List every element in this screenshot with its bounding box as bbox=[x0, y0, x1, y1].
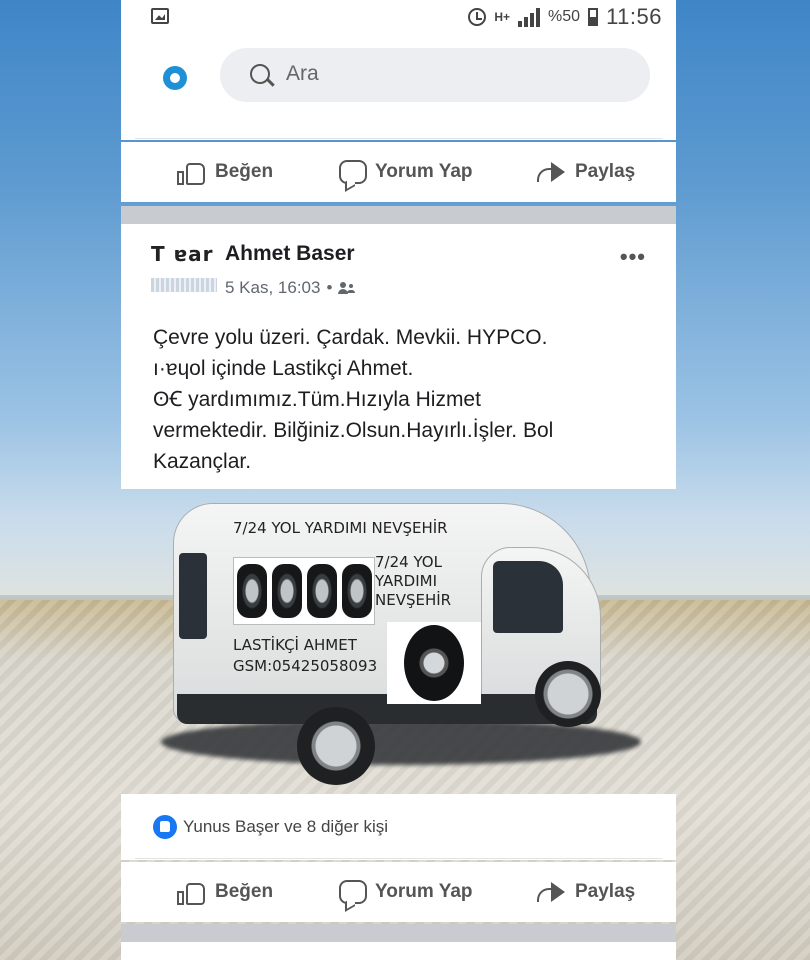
like-label: Beğen bbox=[215, 161, 274, 182]
post-meta: 5 Kas, 16:03 • bbox=[225, 278, 356, 298]
post-actions: Beğen Yorum Yap Paylaş bbox=[121, 862, 676, 922]
comment-button[interactable]: Yorum Yap bbox=[339, 862, 473, 922]
van-sign-contact: LASTİKÇİ AHMET GSM:05425058093 bbox=[233, 635, 377, 677]
post-image[interactable]: 7/24 YOL YARDIMI NEVŞEHİR 7/24 YOL YARDI… bbox=[121, 489, 676, 794]
alarm-icon bbox=[468, 8, 487, 26]
van-sign-phone: GSM:05425058093 bbox=[233, 657, 378, 675]
van-sign-top: 7/24 YOL YARDIMI NEVŞEHİR bbox=[233, 519, 448, 537]
app-header: Ara bbox=[121, 36, 676, 116]
gallery-icon bbox=[151, 8, 169, 24]
wheel-icon bbox=[297, 707, 375, 785]
tire-icon bbox=[341, 564, 372, 618]
meta-separator: • bbox=[326, 278, 333, 297]
feed-divider bbox=[121, 924, 676, 942]
van-rear-window bbox=[179, 553, 207, 639]
search-icon bbox=[250, 64, 270, 84]
share-label: Paylaş bbox=[575, 881, 636, 902]
avatar[interactable]: T ɐar bbox=[151, 242, 217, 296]
friends-audience-icon bbox=[338, 282, 356, 294]
post-author[interactable]: Ahmet Baser bbox=[225, 242, 355, 266]
like-reaction-icon bbox=[153, 815, 177, 839]
van-sign-right-line: 7/24 YOL bbox=[375, 553, 442, 571]
tire-icon bbox=[306, 564, 337, 618]
van-sign-right-line: YARDIMI bbox=[375, 572, 438, 590]
share-button[interactable]: Paylaş bbox=[537, 142, 635, 202]
tire-icon bbox=[404, 625, 464, 701]
like-button[interactable]: Beğen bbox=[177, 862, 273, 922]
search-placeholder: Ara bbox=[286, 62, 319, 85]
post-text-line: ı·ɐɥol içinde Lastikçi Ahmet. bbox=[153, 357, 414, 380]
avatar-pattern bbox=[151, 278, 217, 292]
status-bar: H+ %50 11:56 bbox=[121, 0, 676, 36]
large-tire-graphic bbox=[387, 622, 481, 704]
battery-percent: %50 bbox=[548, 8, 581, 25]
share-button[interactable]: Paylaş bbox=[537, 862, 635, 922]
share-icon bbox=[537, 160, 567, 184]
comment-label: Yorum Yap bbox=[375, 161, 473, 182]
comment-icon bbox=[339, 880, 367, 904]
network-type: H+ bbox=[494, 10, 511, 24]
post-timestamp[interactable]: 5 Kas, 16:03 bbox=[225, 278, 320, 298]
previous-post-actions: Beğen Yorum Yap Paylaş bbox=[121, 142, 676, 202]
comment-label: Yorum Yap bbox=[375, 881, 473, 902]
share-icon bbox=[537, 880, 567, 904]
tire-icon bbox=[271, 564, 302, 618]
van-window bbox=[493, 561, 563, 633]
reactions-text: Yunus Başer ve 8 diğer kişi bbox=[183, 817, 389, 836]
share-label: Paylaş bbox=[575, 161, 636, 182]
reactions-bar[interactable]: Yunus Başer ve 8 diğer kişi bbox=[121, 794, 676, 860]
like-button[interactable]: Beğen bbox=[177, 142, 273, 202]
search-bar[interactable]: Ara bbox=[220, 48, 650, 102]
post-text-line: Çevre yolu üzeri. Çardak. Mevkii. HYPCO. bbox=[153, 326, 548, 349]
like-icon bbox=[177, 879, 207, 905]
comment-icon bbox=[339, 160, 367, 184]
van-sign-right-line: NEVŞEHİR bbox=[375, 591, 452, 609]
van-sign-right: 7/24 YOL YARDIMI NEVŞEHİR bbox=[375, 553, 451, 610]
clock: 11:56 bbox=[606, 4, 662, 29]
post-text: Çevre yolu üzeri. Çardak. Mevkii. HYPCO.… bbox=[153, 322, 653, 477]
previous-post-fragment bbox=[121, 116, 676, 140]
next-post-fragment bbox=[121, 942, 676, 960]
avatar-text: T ɐar bbox=[151, 242, 214, 266]
like-icon bbox=[177, 159, 207, 185]
post-card: T ɐar Ahmet Baser 5 Kas, 16:03 • ••• Çev… bbox=[121, 224, 676, 489]
post-text-line: vermektedir. Bilğiniz.Olsun.Hayırlı.İşle… bbox=[153, 419, 554, 442]
feed-divider bbox=[121, 206, 676, 224]
tire-icon bbox=[236, 564, 267, 618]
post-text-line: Kazançlar. bbox=[153, 450, 252, 473]
wheel-icon bbox=[535, 661, 601, 727]
post-text-line: ʘꞒ yardımımız.Tüm.Hızıyla Hizmet bbox=[153, 388, 481, 411]
app-logo-icon[interactable] bbox=[163, 66, 187, 90]
battery-icon bbox=[588, 8, 599, 26]
van-sign-name: LASTİKÇİ AHMET bbox=[233, 636, 357, 654]
tires-graphic bbox=[233, 557, 375, 625]
like-label: Beğen bbox=[215, 881, 274, 902]
comment-button[interactable]: Yorum Yap bbox=[339, 142, 473, 202]
signal-icon bbox=[518, 7, 541, 27]
more-options-icon[interactable]: ••• bbox=[620, 244, 646, 270]
